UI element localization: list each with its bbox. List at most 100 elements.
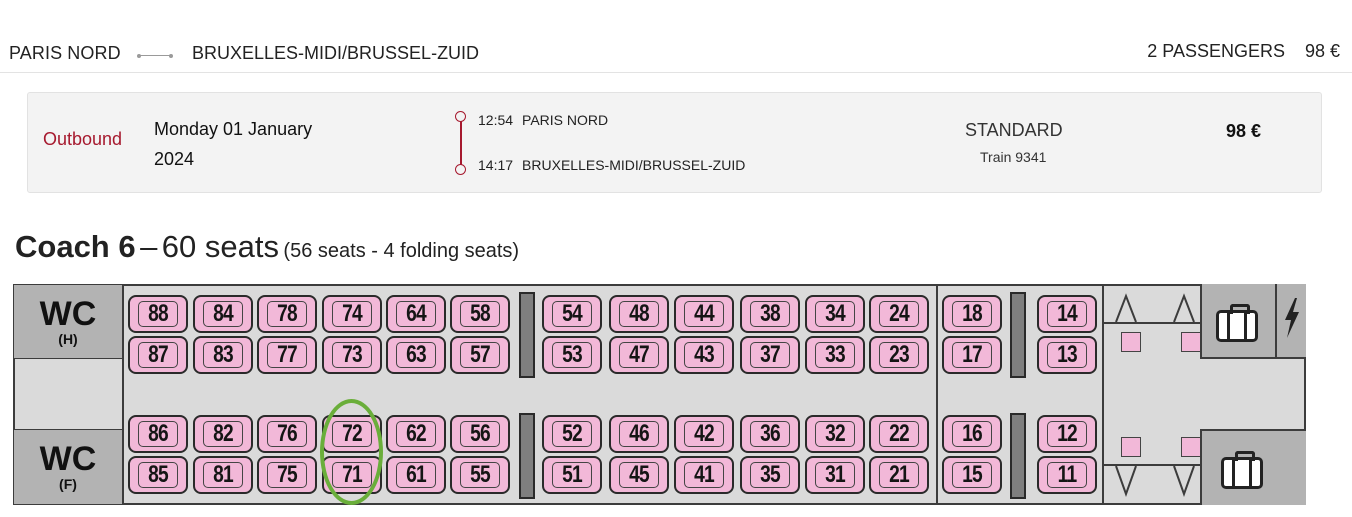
seat[interactable]: 78 bbox=[257, 295, 317, 333]
seat[interactable]: 11 bbox=[1037, 456, 1097, 494]
seat[interactable]: 52 bbox=[542, 415, 602, 453]
seat[interactable]: 45 bbox=[609, 456, 669, 494]
seat[interactable]: 41 bbox=[674, 456, 734, 494]
seat-number: 77 bbox=[277, 341, 298, 368]
seat[interactable]: 37 bbox=[740, 336, 800, 374]
seat[interactable]: 35 bbox=[740, 456, 800, 494]
seat[interactable]: 63 bbox=[386, 336, 446, 374]
seat[interactable]: 15 bbox=[942, 456, 1002, 494]
seat[interactable]: 88 bbox=[128, 295, 188, 333]
seat-number: 36 bbox=[760, 420, 781, 447]
seat-number: 88 bbox=[148, 300, 169, 327]
coach-seat-count: 60 seats bbox=[161, 229, 279, 264]
seat[interactable]: 33 bbox=[805, 336, 865, 374]
seat[interactable]: 62 bbox=[386, 415, 446, 453]
seat[interactable]: 83 bbox=[193, 336, 253, 374]
route-origin: PARIS NORD bbox=[9, 43, 121, 63]
seat[interactable]: 34 bbox=[805, 295, 865, 333]
departure-stop: 12:54 PARIS NORD bbox=[478, 112, 608, 128]
seat[interactable]: 56 bbox=[450, 415, 510, 453]
seat[interactable]: 76 bbox=[257, 415, 317, 453]
seat-number: 23 bbox=[889, 341, 910, 368]
seat[interactable]: 81 bbox=[193, 456, 253, 494]
seat[interactable]: 53 bbox=[542, 336, 602, 374]
seat[interactable]: 18 bbox=[942, 295, 1002, 333]
seat[interactable]: 24 bbox=[869, 295, 929, 333]
seat[interactable]: 31 bbox=[805, 456, 865, 494]
seat[interactable]: 86 bbox=[128, 415, 188, 453]
seat-number: 83 bbox=[213, 341, 234, 368]
table-bar bbox=[1010, 413, 1026, 499]
seat[interactable]: 55 bbox=[450, 456, 510, 494]
journey-direction: Outbound bbox=[43, 129, 123, 149]
wc-bottom: WC (F) bbox=[13, 429, 123, 505]
seat[interactable]: 58 bbox=[450, 295, 510, 333]
seat[interactable]: 54 bbox=[542, 295, 602, 333]
total-price: 98 € bbox=[1304, 41, 1340, 61]
seat-number: 64 bbox=[406, 300, 427, 327]
seat-number: 47 bbox=[629, 341, 650, 368]
seat-number: 54 bbox=[562, 300, 583, 327]
seat[interactable]: 47 bbox=[609, 336, 669, 374]
seat-number: 15 bbox=[962, 461, 983, 488]
seat-number: 73 bbox=[342, 341, 363, 368]
departure-time: 12:54 bbox=[478, 112, 514, 128]
journey-price: 98 € bbox=[1226, 121, 1262, 141]
seat-number: 61 bbox=[406, 461, 427, 488]
seat-number: 56 bbox=[470, 420, 491, 447]
seat[interactable]: 44 bbox=[674, 295, 734, 333]
wc-top-sublabel: (H) bbox=[58, 330, 78, 347]
seat[interactable]: 14 bbox=[1037, 295, 1097, 333]
seat[interactable]: 46 bbox=[609, 415, 669, 453]
seat[interactable]: 13 bbox=[1037, 336, 1097, 374]
seat[interactable]: 74 bbox=[322, 295, 382, 333]
seat[interactable]: 85 bbox=[128, 456, 188, 494]
seat-number: 85 bbox=[148, 461, 169, 488]
seat-number: 22 bbox=[889, 420, 910, 447]
seat[interactable]: 51 bbox=[542, 456, 602, 494]
seat-map: WC (H) WC (F) 88 84 78 74 64 58 54 48 44 38 34 24 18… bbox=[13, 284, 1306, 505]
seat[interactable]: 21 bbox=[869, 456, 929, 494]
seat-number: 41 bbox=[694, 461, 715, 488]
seat[interactable]: 48 bbox=[609, 295, 669, 333]
seat[interactable]: 73 bbox=[322, 336, 382, 374]
seat-number: 14 bbox=[1057, 300, 1078, 327]
wc-bottom-label: WC bbox=[39, 440, 97, 478]
seat-number: 11 bbox=[1057, 461, 1077, 488]
seat[interactable]: 16 bbox=[942, 415, 1002, 453]
seat-number: 86 bbox=[148, 420, 169, 447]
seat[interactable]: 57 bbox=[450, 336, 510, 374]
seat-number: 45 bbox=[629, 461, 650, 488]
seat-number: 44 bbox=[694, 300, 715, 327]
seat[interactable]: 23 bbox=[869, 336, 929, 374]
seat[interactable]: 32 bbox=[805, 415, 865, 453]
seat[interactable]: 75 bbox=[257, 456, 317, 494]
seat-number: 42 bbox=[694, 420, 715, 447]
seat[interactable]: 82 bbox=[193, 415, 253, 453]
seat-number: 32 bbox=[825, 420, 846, 447]
seat[interactable]: 42 bbox=[674, 415, 734, 453]
train-number: Train 9341 bbox=[980, 149, 1047, 165]
electric-icon bbox=[1285, 298, 1299, 338]
seat[interactable]: 22 bbox=[869, 415, 929, 453]
passenger-count: 2 PASSENGERS bbox=[1147, 41, 1285, 61]
seat[interactable]: 64 bbox=[386, 295, 446, 333]
seat[interactable]: 17 bbox=[942, 336, 1002, 374]
seat[interactable]: 84 bbox=[193, 295, 253, 333]
seat-number: 31 bbox=[825, 461, 846, 488]
seat-number: 18 bbox=[962, 300, 983, 327]
seat[interactable]: 12 bbox=[1037, 415, 1097, 453]
seat[interactable]: 38 bbox=[740, 295, 800, 333]
arrival-stop: 14:17 BRUXELLES-MIDI/BRUSSEL-ZUID bbox=[478, 157, 745, 173]
wc-top: WC (H) bbox=[13, 284, 123, 359]
selected-seat-highlight bbox=[320, 399, 383, 505]
seat[interactable]: 61 bbox=[386, 456, 446, 494]
seat[interactable]: 36 bbox=[740, 415, 800, 453]
seat[interactable]: 87 bbox=[128, 336, 188, 374]
seat-number: 63 bbox=[406, 341, 427, 368]
seat[interactable]: 77 bbox=[257, 336, 317, 374]
table-bar bbox=[519, 292, 535, 378]
seat[interactable]: 43 bbox=[674, 336, 734, 374]
luggage-area-top bbox=[1200, 284, 1277, 359]
seat-number: 46 bbox=[629, 420, 650, 447]
